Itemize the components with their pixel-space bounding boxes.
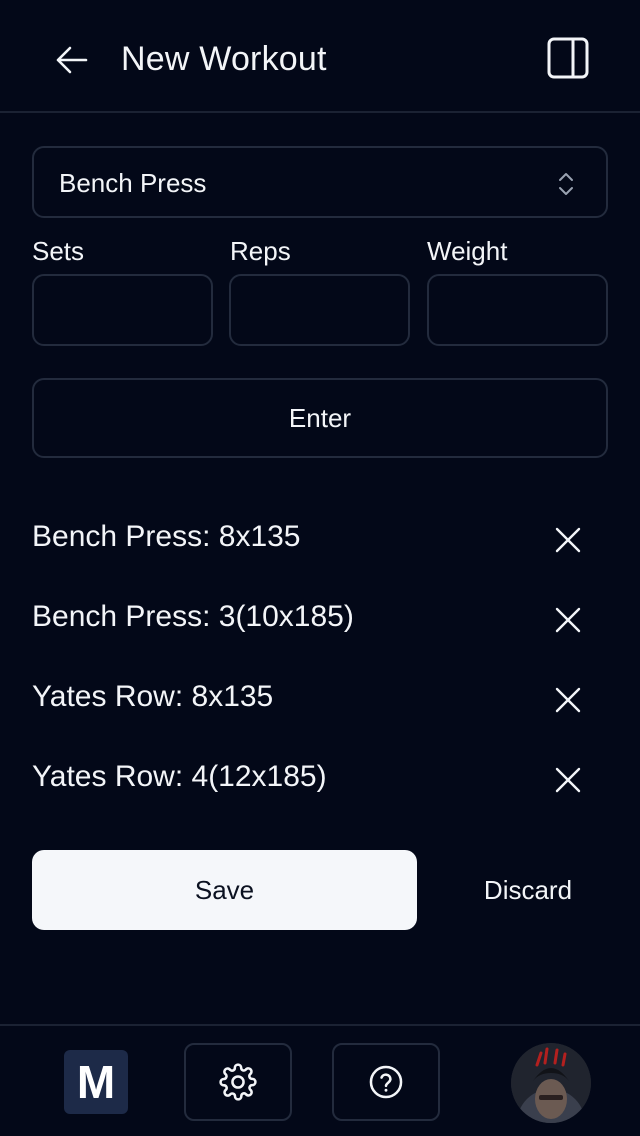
- exercise-select[interactable]: Bench Press: [32, 146, 608, 218]
- remove-entry-button[interactable]: [552, 764, 584, 796]
- weight-label: Weight: [427, 236, 508, 266]
- log-entry-text: Bench Press: 3(10x185): [32, 600, 354, 633]
- log-entry-text: Yates Row: 4(12x185): [32, 760, 327, 793]
- sidebar-toggle-button[interactable]: [546, 36, 590, 80]
- remove-entry-button[interactable]: [552, 524, 584, 556]
- user-avatar[interactable]: [511, 1043, 591, 1123]
- chevron-up-down-icon: [559, 173, 573, 195]
- page-title: New Workout: [121, 40, 327, 78]
- gear-icon: [219, 1063, 257, 1101]
- help-circle-icon: [369, 1065, 403, 1099]
- app-logo[interactable]: M: [64, 1050, 128, 1114]
- log-entry-text: Bench Press: 8x135: [32, 520, 301, 553]
- sets-input[interactable]: [32, 274, 213, 346]
- exercise-select-value: Bench Press: [59, 168, 207, 198]
- enter-button[interactable]: Enter: [32, 378, 608, 458]
- list-item: Yates Row: 4(12x185): [32, 740, 608, 820]
- back-button[interactable]: [50, 40, 94, 80]
- remove-entry-button[interactable]: [552, 604, 584, 636]
- log-entry-text: Yates Row: 8x135: [32, 680, 274, 713]
- weight-input[interactable]: [427, 274, 608, 346]
- close-icon: [555, 607, 581, 633]
- reps-input[interactable]: [229, 274, 410, 346]
- reps-label: Reps: [230, 236, 291, 266]
- settings-button[interactable]: [184, 1043, 292, 1121]
- close-icon: [555, 687, 581, 713]
- close-icon: [555, 527, 581, 553]
- save-button[interactable]: Save: [32, 850, 417, 930]
- workout-log-list: Bench Press: 8x135 Bench Press: 3(10x185…: [32, 500, 608, 820]
- list-item: Bench Press: 8x135: [32, 500, 608, 580]
- arrow-left-icon: [56, 46, 88, 74]
- list-item: Bench Press: 3(10x185): [32, 580, 608, 660]
- close-icon: [555, 767, 581, 793]
- sets-label: Sets: [32, 236, 85, 266]
- avatar-image: [511, 1043, 591, 1123]
- sidebar-toggle-icon: [547, 37, 589, 79]
- help-button[interactable]: [332, 1043, 440, 1121]
- list-item: Yates Row: 8x135: [32, 660, 608, 740]
- header: New Workout: [0, 0, 640, 113]
- workout-page: New Workout Bench Press Sets Reps Weight…: [0, 0, 640, 1136]
- discard-button[interactable]: Discard: [440, 850, 616, 930]
- bottom-nav: M: [0, 1024, 640, 1136]
- remove-entry-button[interactable]: [552, 684, 584, 716]
- logo-letter: M: [76, 1056, 116, 1108]
